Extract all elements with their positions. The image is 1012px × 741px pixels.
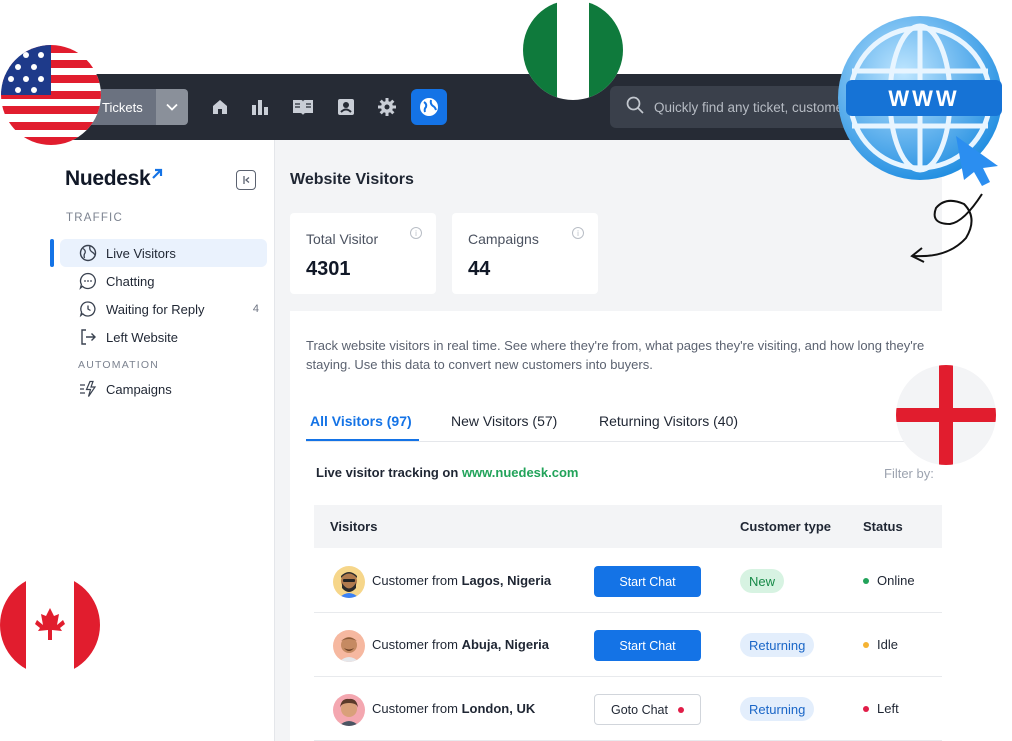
clock-chat-icon [78,299,98,319]
page-title: Website Visitors [290,171,414,188]
stat-value: 4301 [306,258,351,280]
avatar [333,566,365,598]
stat-card-campaigns: Campaigns 44 i [452,213,598,294]
visitor-location: Customer from Lagos, Nigeria [372,573,552,588]
brand-logo: Nuedesk [65,167,163,191]
tab-new-visitors[interactable]: New Visitors (57) [451,413,557,429]
sidebar-item-label: Chatting [106,273,155,289]
automation-section-label: AUTOMATION [78,359,160,371]
england-flag-icon [896,365,996,465]
visitor-location: Customer from Abuja, Nigeria [372,637,549,652]
visitor-location: Customer from London, UK [372,701,536,716]
collapse-sidebar-icon[interactable] [236,170,256,190]
tab-returning-visitors[interactable]: Returning Visitors (40) [599,413,738,429]
status-dot [863,641,869,648]
description-text: Track website visitors in real time. See… [306,338,925,372]
column-header-customer-type: Customer type [740,519,832,534]
info-icon[interactable]: i [410,227,422,239]
arrow-up-right-icon [152,168,163,179]
chevron-down-icon[interactable] [156,89,188,125]
goto-chat-button[interactable]: Goto Chat [594,694,701,725]
sidebar-item-label: Waiting for Reply [106,301,205,317]
active-tab-underline [306,439,419,441]
status-indicator: Online [863,573,915,588]
column-header-status: Status [863,519,903,534]
table-row: Customer from Lagos, Nigeria Start Chat … [314,549,942,613]
status-dot [863,705,869,712]
stat-card-total-visitor: Total Visitor 4301 i [290,213,436,294]
nigeria-flag-icon [523,0,623,100]
tracking-prefix: Live visitor tracking on [316,465,462,480]
sidebar-item-label: Left Website [106,329,179,345]
analytics-icon[interactable] [244,91,276,123]
www-globe-icon: WWW [838,16,1002,186]
status-indicator: Idle [863,637,898,652]
table-row: Customer from London, UK Goto Chat Retur… [314,677,942,741]
filter-dropdown[interactable]: Filter by: [884,466,934,481]
customer-type-badge: New [740,569,785,593]
tracking-url-link[interactable]: www.nuedesk.com [462,465,579,480]
campaign-icon [78,379,98,399]
knowledge-base-icon[interactable] [287,91,319,123]
brand-name: Nuedesk [65,167,151,190]
sidebar-item-label: Live Visitors [106,245,176,261]
exit-icon [78,327,98,347]
customer-type-badge: Returning [740,633,815,657]
sidebar-item-left-website[interactable]: Left Website [60,323,267,351]
sidebar-item-campaigns[interactable]: Campaigns [60,375,267,403]
customer-type-badge: Returning [740,697,815,721]
table-row: Customer from Abuja, Nigeria Start Chat … [314,613,942,677]
status-indicator: Left [863,701,899,716]
unread-dot [677,706,684,713]
chat-icon [78,271,98,291]
globe-icon [78,243,98,263]
start-chat-button[interactable]: Start Chat [594,630,701,661]
traffic-section-label: TRAFFIC [66,212,123,224]
canada-flag-icon [0,575,100,675]
sidebar-item-chatting[interactable]: Chatting [60,267,267,295]
tabs-divider [306,441,942,442]
avatar [333,630,365,662]
status-dot [863,577,869,584]
home-icon[interactable] [204,91,236,123]
column-header-visitors: Visitors [330,519,378,534]
start-chat-button[interactable]: Start Chat [594,566,701,597]
stat-label: Total Visitor [306,231,379,247]
stat-label: Campaigns [468,231,539,247]
www-label: WWW [888,86,959,111]
avatar [333,694,365,726]
info-icon[interactable]: i [572,227,584,239]
curved-arrow-icon [908,192,988,267]
stat-value: 44 [468,258,491,280]
sidebar-item-label: Campaigns [106,381,172,397]
active-indicator [50,239,54,267]
sidebar-item-waiting-for-reply[interactable]: Waiting for Reply 4 [60,295,267,323]
table-header [314,505,942,548]
live-visitors-globe-icon[interactable] [411,89,447,125]
sidebar-item-live-visitors[interactable]: Live Visitors [60,239,267,267]
waiting-count-badge: 4 [252,303,259,315]
search-icon [626,96,644,119]
usa-flag-icon [1,45,101,145]
tab-all-visitors[interactable]: All Visitors (97) [310,413,412,429]
contacts-icon[interactable] [330,91,362,123]
settings-gear-icon[interactable] [371,91,403,123]
tracking-info: Live visitor tracking on www.nuedesk.com [316,465,579,480]
